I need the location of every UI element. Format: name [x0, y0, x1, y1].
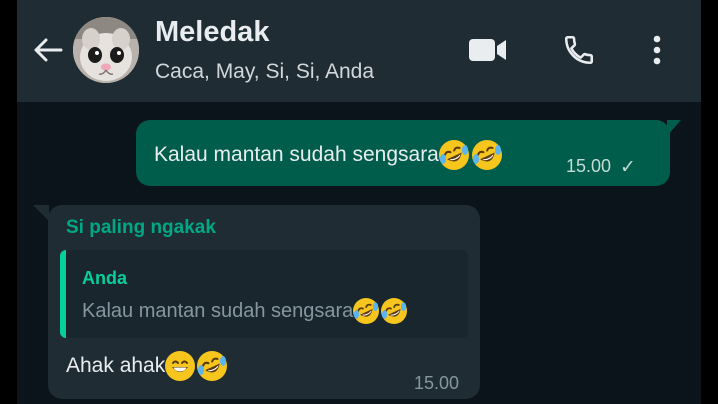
incoming-message[interactable]: Si paling ngakak Anda Kalau mantan sudah… [48, 205, 480, 399]
group-avatar[interactable] [73, 17, 139, 83]
quoted-text-row: Kalau mantan sudah sengsara [82, 298, 408, 324]
voice-call-icon[interactable] [559, 32, 599, 68]
incoming-bubble-tail [33, 205, 49, 221]
rolling-on-floor-laughing-emoji [197, 351, 228, 381]
rolling-on-floor-laughing-emoji [381, 298, 408, 324]
quoted-author: Anda [82, 268, 127, 288]
message-sender-name[interactable]: Si paling ngakak [66, 217, 216, 239]
more-options-icon[interactable] [637, 32, 677, 68]
grinning-face-emoji [165, 351, 196, 381]
incoming-message-text: Ahak ahak [66, 354, 166, 377]
chat-participants[interactable]: Caca, May, Si, Si, Anda [155, 60, 374, 84]
chat-screen: Meledak Caca, May, Si, Si, Anda Kalau ma… [17, 0, 701, 404]
outgoing-message-text-row: Kalau mantan sudah sengsara [154, 140, 502, 170]
outgoing-message-time: 15.00 [566, 156, 612, 176]
outgoing-message[interactable]: Kalau mantan sudah sengsara 15.00 ✓ [136, 120, 670, 186]
rolling-on-floor-laughing-emoji [353, 298, 380, 324]
sent-check-icon: ✓ [620, 157, 636, 178]
quoted-text: Kalau mantan sudah sengsara [82, 299, 354, 322]
arrow-left-icon[interactable] [31, 33, 65, 67]
incoming-message-text-row: Ahak ahak [66, 351, 228, 381]
rolling-on-floor-laughing-emoji [438, 140, 469, 170]
quoted-message[interactable]: Anda Kalau mantan sudah sengsara [60, 250, 468, 338]
video-call-icon[interactable] [468, 32, 508, 68]
outgoing-message-text: Kalau mantan sudah sengsara [154, 143, 439, 166]
chat-title[interactable]: Meledak [155, 16, 269, 49]
incoming-message-time: 15.00 [414, 373, 460, 393]
rolling-on-floor-laughing-emoji [471, 140, 502, 170]
chat-header: Meledak Caca, May, Si, Si, Anda [17, 0, 701, 102]
quote-bar [60, 250, 66, 338]
